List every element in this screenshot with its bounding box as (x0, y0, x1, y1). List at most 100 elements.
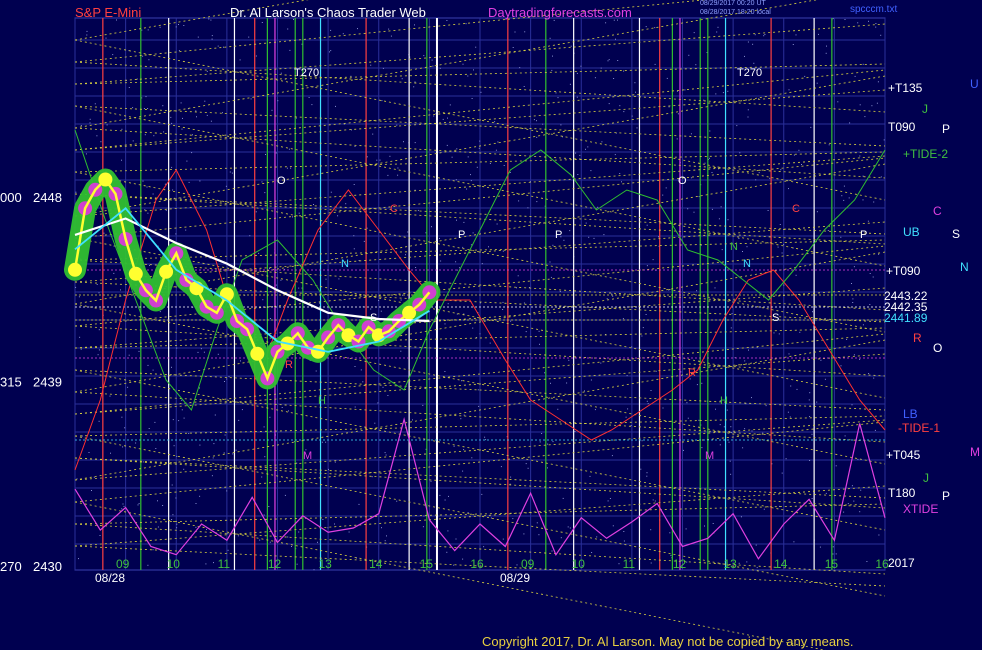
background-dot (686, 402, 688, 404)
background-dot (808, 399, 810, 401)
background-dot (319, 302, 320, 304)
right-axis-label: LB (903, 407, 918, 421)
background-dot (726, 409, 728, 411)
background-dot (390, 35, 392, 37)
background-dot (600, 67, 602, 69)
background-dot (655, 370, 657, 372)
background-dot (798, 149, 800, 151)
background-dot (206, 528, 207, 530)
y-tick-left-label: 315 (0, 375, 22, 390)
background-dot (328, 468, 329, 470)
background-dot (843, 511, 845, 513)
background-dot (704, 162, 706, 164)
background-dot (488, 246, 489, 248)
background-dot (396, 500, 398, 502)
background-dot (138, 350, 140, 352)
background-dot (698, 419, 700, 421)
x-date-label: 08/28 (95, 571, 125, 585)
background-dot (536, 522, 538, 524)
background-dot (824, 378, 826, 380)
background-dot (875, 26, 877, 28)
background-dot (872, 276, 874, 278)
background-dot (738, 238, 740, 239)
background-dot (809, 392, 811, 394)
chart: 000 2448 315 2439 270 2430 09 10 11 12 13 14 15 16 09 1… (0, 0, 982, 650)
background-dot (330, 191, 332, 193)
background-dot (89, 118, 91, 120)
chart-letter: N (730, 241, 738, 253)
x-hour-label: 11 (218, 557, 231, 571)
background-dot (621, 181, 622, 183)
background-dot (763, 35, 765, 37)
background-dot (453, 445, 455, 447)
background-dot (577, 174, 579, 175)
background-dot (600, 362, 602, 364)
background-dot (255, 55, 257, 57)
background-dot (496, 223, 498, 225)
background-dot (576, 72, 578, 74)
background-dot (567, 526, 569, 528)
background-dot (442, 118, 444, 120)
background-dot (510, 320, 512, 322)
background-dot (809, 416, 811, 417)
background-dot (859, 104, 861, 106)
x-hour-label: 15 (825, 557, 839, 571)
background-dot (353, 248, 355, 250)
background-dot (472, 232, 474, 234)
background-dot (171, 122, 173, 124)
site-url[interactable]: Daytradingforecasts.com (488, 5, 632, 20)
background-dot (225, 185, 227, 187)
chart-letter: T270 (737, 67, 762, 79)
background-dot (623, 111, 625, 113)
background-dot (195, 110, 197, 112)
background-dot (773, 332, 775, 334)
background-dot (268, 506, 270, 507)
background-dot (525, 463, 527, 465)
background-dot (137, 504, 139, 506)
background-dot (738, 562, 740, 564)
background-dot (779, 224, 781, 225)
background-dot (354, 406, 356, 408)
background-dot (335, 258, 337, 260)
background-dot (479, 140, 481, 142)
background-dot (744, 428, 746, 430)
background-dot (841, 195, 843, 197)
background-dot (97, 354, 99, 356)
background-dot (96, 135, 98, 137)
background-dot (654, 27, 656, 29)
background-dot (827, 230, 829, 231)
background-dot (368, 357, 370, 359)
background-dot (859, 511, 861, 513)
background-dot (138, 503, 140, 505)
background-dot (825, 492, 827, 494)
background-dot (716, 31, 718, 33)
background-dot (327, 527, 329, 529)
background-dot (701, 447, 703, 449)
background-dot (211, 475, 213, 477)
background-dot (227, 533, 229, 535)
background-dot (280, 279, 282, 281)
background-dot (298, 287, 300, 289)
x-hour-label: 09 (521, 557, 535, 571)
x-hour-label: 12 (673, 557, 687, 571)
background-dot (439, 237, 440, 239)
background-dot (584, 390, 585, 392)
background-dot (866, 561, 868, 562)
background-dot (880, 176, 882, 178)
chart-letter: H (720, 395, 728, 407)
background-dot (765, 405, 767, 407)
background-dot (563, 239, 565, 241)
background-dot (223, 452, 225, 454)
chart-letter: N (341, 258, 349, 270)
background-dot (820, 359, 822, 361)
background-dot (175, 26, 177, 28)
background-dot (669, 532, 671, 534)
background-dot (132, 107, 134, 109)
background-dot (597, 206, 599, 208)
background-dot (512, 47, 514, 48)
background-dot (162, 505, 164, 506)
background-dot (227, 549, 229, 551)
background-dot (736, 125, 738, 127)
background-dot (127, 386, 129, 388)
background-dot (176, 523, 178, 525)
